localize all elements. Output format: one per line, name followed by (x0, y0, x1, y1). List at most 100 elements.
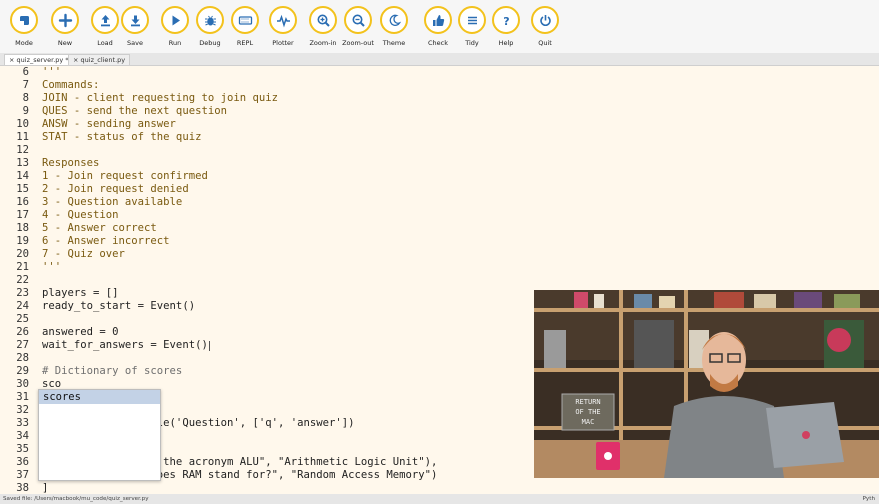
line-code: wait_for_answers = Event() (42, 339, 208, 351)
line-number: 27 (16, 339, 29, 351)
zoom-in-button[interactable]: Zoom-in (303, 6, 343, 52)
line-code: Commands: (42, 79, 100, 91)
line-number: 10 (16, 118, 29, 130)
line-number: 31 (16, 391, 29, 403)
toolbar-label: Save (127, 39, 143, 47)
keyboard-icon (231, 6, 259, 34)
toolbar-label: Debug (199, 39, 221, 47)
line-number: 20 (16, 248, 29, 260)
line-number: 24 (16, 300, 29, 312)
line-code: Responses (42, 157, 100, 169)
line-number: 38 (16, 482, 29, 494)
line-number: 35 (16, 443, 29, 455)
tab-label: quiz_client.py (80, 56, 126, 64)
line-number: 19 (16, 235, 29, 247)
line-number: 22 (16, 274, 29, 286)
line-number: 11 (16, 131, 29, 143)
plus-icon (51, 6, 79, 34)
line-code: ready_to_start = Event() (42, 300, 196, 312)
line-number: 14 (16, 170, 29, 182)
toolbar-label: Quit (538, 39, 552, 47)
menu-lines-icon (458, 6, 486, 34)
line-number: 25 (16, 313, 29, 325)
toolbar-label: REPL (236, 39, 254, 47)
line-code: JOIN - client requesting to join quiz (42, 92, 278, 104)
status-bar: Saved file: /Users/macbook/mu_code/quiz_… (0, 494, 879, 504)
bug-icon (196, 6, 224, 34)
toolbar-label: New (57, 39, 73, 47)
repl-button[interactable]: REPL (225, 6, 265, 52)
run-button[interactable]: Run (155, 6, 195, 52)
line-code: 2 - Join request denied (42, 183, 189, 195)
plotter-button[interactable]: Plotter (263, 6, 303, 52)
autocomplete-item[interactable]: scores (39, 390, 160, 404)
save-button[interactable]: Save (115, 6, 155, 52)
debug-button[interactable]: Debug (190, 6, 230, 52)
line-number: 16 (16, 196, 29, 208)
toolbar-label: Mode (15, 39, 33, 47)
line-code: ''' (42, 66, 62, 78)
toolbar-label: Plotter (272, 39, 294, 47)
new-button[interactable]: New (45, 6, 85, 52)
svg-text:OF THE: OF THE (575, 408, 600, 416)
line-code: STAT - status of the quiz (42, 131, 202, 143)
toolbar-label: Zoom-in (309, 39, 337, 47)
text-cursor (209, 341, 210, 351)
line-number: 37 (16, 469, 29, 481)
status-mode: Pyth (862, 496, 875, 502)
line-code: ] (42, 482, 49, 494)
tab-label: quiz_server.py * (16, 56, 69, 64)
toolbar-label: Theme (382, 39, 406, 47)
svg-text:RETURN: RETURN (575, 398, 600, 406)
line-number: 32 (16, 404, 29, 416)
toolbar-label: Run (168, 39, 182, 47)
help-button[interactable]: ? Help (486, 6, 526, 52)
line-number: 9 (22, 105, 29, 117)
play-icon (161, 6, 189, 34)
line-number: 29 (16, 365, 29, 377)
pulse-icon (269, 6, 297, 34)
tab-quiz-client[interactable]: × quiz_client.py (68, 54, 131, 65)
line-number: 8 (22, 92, 29, 104)
line-number: 6 (22, 66, 29, 78)
line-number: 21 (16, 261, 29, 273)
line-number: 33 (16, 417, 29, 429)
tab-close-icon[interactable]: × (73, 56, 78, 64)
zoom-out-button[interactable]: Zoom-out (338, 6, 378, 52)
line-number: 23 (16, 287, 29, 299)
line-number: 30 (16, 378, 29, 390)
line-number: 15 (16, 183, 29, 195)
line-number: 34 (16, 430, 29, 442)
line-code: answered = 0 (42, 326, 119, 338)
tab-close-icon[interactable]: × (9, 56, 14, 64)
quit-button[interactable]: Quit (525, 6, 565, 52)
mode-button[interactable]: Mode (4, 6, 44, 52)
line-code: 4 - Question (42, 209, 119, 221)
moon-icon (380, 6, 408, 34)
svg-text:?: ? (503, 15, 509, 28)
line-code: 5 - Answer correct (42, 222, 157, 234)
webcam-overlay: RETURN OF THE MAC (534, 290, 879, 478)
line-code: 3 - Question available (42, 196, 183, 208)
line-number: 13 (16, 157, 29, 169)
line-number: 18 (16, 222, 29, 234)
line-code: QUES - send the next question (42, 105, 227, 117)
line-number: 26 (16, 326, 29, 338)
tab-quiz-server[interactable]: × quiz_server.py * (4, 54, 74, 65)
status-text: Saved file: /Users/macbook/mu_code/quiz_… (3, 496, 149, 502)
line-code: ANSW - sending answer (42, 118, 176, 130)
toolbar-label: Zoom-out (342, 39, 374, 47)
line-code: players = [] (42, 287, 119, 299)
download-icon (121, 6, 149, 34)
power-icon (531, 6, 559, 34)
line-number: 28 (16, 352, 29, 364)
line-number: 17 (16, 209, 29, 221)
zoom-in-icon (309, 6, 337, 34)
line-code: 6 - Answer incorrect (42, 235, 170, 247)
line-number: 7 (22, 79, 29, 91)
zoom-out-icon (344, 6, 372, 34)
theme-button[interactable]: Theme (374, 6, 414, 52)
line-code: 1 - Join request confirmed (42, 170, 208, 182)
question-icon: ? (492, 6, 520, 34)
autocomplete-popup[interactable]: scores (38, 389, 161, 481)
